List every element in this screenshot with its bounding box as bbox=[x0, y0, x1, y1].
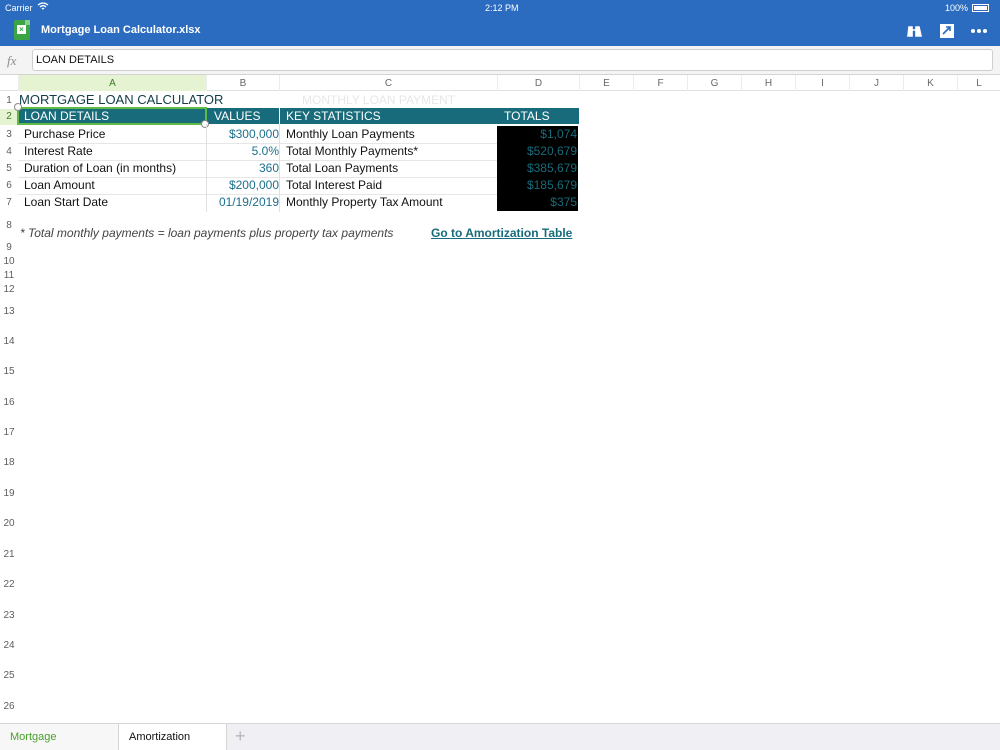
stat-total-cell[interactable]: $1,074 bbox=[497, 126, 578, 143]
header-key-statistics[interactable]: KEY STATISTICS bbox=[280, 108, 497, 124]
row-header-10[interactable]: 10 bbox=[0, 256, 18, 268]
wifi-icon bbox=[37, 2, 49, 14]
column-header-f[interactable]: F bbox=[633, 75, 687, 91]
column-divider bbox=[279, 124, 280, 212]
status-bar: Carrier 2:12 PM 100% bbox=[0, 0, 1000, 16]
loan-value-cell[interactable]: 5.0% bbox=[207, 143, 279, 159]
stat-total-cell[interactable]: $520,679 bbox=[497, 143, 578, 160]
tab-amortization-table[interactable]: Amortization Table bbox=[118, 724, 227, 750]
stat-total-cell[interactable]: $375 bbox=[497, 194, 578, 211]
row-header-9[interactable]: 9 bbox=[0, 242, 18, 254]
fullscreen-icon[interactable] bbox=[938, 22, 956, 40]
stat-label-cell[interactable]: Monthly Loan Payments bbox=[286, 126, 491, 142]
binoculars-icon[interactable] bbox=[906, 22, 924, 40]
spreadsheet-app: Carrier 2:12 PM 100% × Mortgage Loan Cal… bbox=[0, 0, 1000, 750]
loan-label-cell[interactable]: Loan Start Date bbox=[24, 194, 204, 210]
excel-file-icon: × bbox=[14, 20, 30, 40]
row-header-20[interactable]: 20 bbox=[0, 518, 18, 530]
faint-cell-text: MONTHLY LOAN PAYMENT bbox=[302, 93, 456, 107]
column-header-c[interactable]: C bbox=[279, 75, 497, 91]
header-totals[interactable]: TOTALS bbox=[497, 108, 579, 124]
column-header-i[interactable]: I bbox=[795, 75, 849, 91]
header-values[interactable]: VALUES bbox=[207, 108, 279, 124]
row-header-4[interactable]: 4 bbox=[0, 143, 18, 160]
column-header-l[interactable]: L bbox=[957, 75, 1000, 91]
carrier-label: Carrier bbox=[5, 3, 33, 13]
sheet-tab-bar: Mortgage Calculator Amortization Table + bbox=[0, 723, 1000, 750]
row-header-13[interactable]: 13 bbox=[0, 306, 18, 318]
stat-total-cell[interactable]: $385,679 bbox=[497, 160, 578, 177]
formula-bar: fx LOAN DETAILS bbox=[0, 46, 1000, 75]
column-header-b[interactable]: B bbox=[206, 75, 279, 91]
column-header-h[interactable]: H bbox=[741, 75, 795, 91]
loan-value-cell[interactable]: 01/19/2019 bbox=[207, 194, 279, 210]
more-icon[interactable] bbox=[970, 22, 988, 40]
row-header-16[interactable]: 16 bbox=[0, 397, 18, 409]
cell-selection bbox=[17, 107, 207, 125]
stat-total-cell[interactable]: $185,679 bbox=[497, 177, 578, 194]
loan-value-cell[interactable]: $200,000 bbox=[207, 177, 279, 193]
column-header-k[interactable]: K bbox=[903, 75, 957, 91]
title-bar: × Mortgage Loan Calculator.xlsx bbox=[0, 16, 1000, 46]
stat-label-cell[interactable]: Total Monthly Payments* bbox=[286, 143, 491, 159]
row-header-24[interactable]: 24 bbox=[0, 640, 18, 652]
row-header-12[interactable]: 12 bbox=[0, 284, 18, 296]
stat-label-cell[interactable]: Monthly Property Tax Amount bbox=[286, 194, 491, 210]
row-header-3[interactable]: 3 bbox=[0, 126, 18, 143]
amortization-link[interactable]: Go to Amortization Table bbox=[431, 226, 572, 240]
row-header-2[interactable]: 2 bbox=[0, 109, 18, 125]
formula-input[interactable]: LOAN DETAILS bbox=[32, 49, 993, 71]
row-header-23[interactable]: 23 bbox=[0, 610, 18, 622]
row-header-22[interactable]: 22 bbox=[0, 579, 18, 591]
time-label: 2:12 PM bbox=[485, 3, 519, 13]
column-header-g[interactable]: G bbox=[687, 75, 741, 91]
loan-label-cell[interactable]: Purchase Price bbox=[24, 126, 204, 142]
row-header-8[interactable]: 8 bbox=[0, 220, 18, 232]
fx-icon: fx bbox=[7, 53, 17, 68]
sheet-title[interactable]: MORTGAGE LOAN CALCULATOR bbox=[19, 92, 269, 108]
battery-icon bbox=[972, 4, 989, 12]
row-header-26[interactable]: 26 bbox=[0, 701, 18, 713]
loan-value-cell[interactable]: 360 bbox=[207, 160, 279, 176]
row-header-17[interactable]: 17 bbox=[0, 427, 18, 439]
stat-label-cell[interactable]: Total Interest Paid bbox=[286, 177, 491, 193]
stat-label-cell[interactable]: Total Loan Payments bbox=[286, 160, 491, 176]
footnote: * Total monthly payments = loan payments… bbox=[20, 226, 394, 240]
row-headers: 1 2 3 4 5 6 7 8 9 10 11 12 13 14 15 16 1… bbox=[0, 91, 18, 723]
row-header-7[interactable]: 7 bbox=[0, 194, 18, 211]
column-header-d[interactable]: D bbox=[497, 75, 579, 91]
row-header-21[interactable]: 21 bbox=[0, 549, 18, 561]
loan-label-cell[interactable]: Duration of Loan (in months) bbox=[24, 160, 204, 176]
loan-label-cell[interactable]: Loan Amount bbox=[24, 177, 204, 193]
column-headers: A B C D E F G H I J K L bbox=[0, 75, 1000, 91]
column-header-j[interactable]: J bbox=[849, 75, 903, 91]
add-sheet-button[interactable]: + bbox=[235, 726, 246, 747]
row-header-15[interactable]: 15 bbox=[0, 366, 18, 378]
row-header-5[interactable]: 5 bbox=[0, 160, 18, 177]
battery-label: 100% bbox=[945, 3, 969, 13]
loan-label-cell[interactable]: Interest Rate bbox=[24, 143, 204, 159]
row-header-25[interactable]: 25 bbox=[0, 670, 18, 682]
loan-value-cell[interactable]: $300,000 bbox=[207, 126, 279, 142]
row-header-6[interactable]: 6 bbox=[0, 177, 18, 194]
column-header-e[interactable]: E bbox=[579, 75, 633, 91]
file-title: Mortgage Loan Calculator.xlsx bbox=[41, 24, 201, 36]
row-header-11[interactable]: 11 bbox=[0, 270, 18, 282]
row-header-14[interactable]: 14 bbox=[0, 336, 18, 348]
column-divider bbox=[206, 124, 207, 212]
tab-mortgage-calculator[interactable]: Mortgage Calculator bbox=[0, 724, 118, 750]
selection-handle-start[interactable] bbox=[14, 103, 22, 111]
row-header-18[interactable]: 18 bbox=[0, 457, 18, 469]
row-header-19[interactable]: 19 bbox=[0, 488, 18, 500]
column-header-a[interactable]: A bbox=[18, 75, 206, 91]
